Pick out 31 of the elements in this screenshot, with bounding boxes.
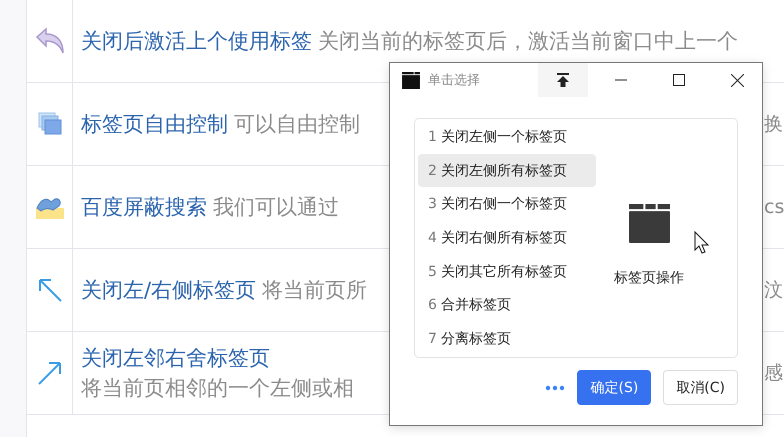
feature-title[interactable]: 关闭左/右侧标签页 (81, 275, 256, 305)
more-icon[interactable] (545, 384, 566, 390)
window-title: 单击选择 (428, 72, 481, 89)
feature-description: cs (764, 195, 784, 220)
pin-top-icon (556, 73, 570, 87)
arrow-up-right-icon (36, 360, 62, 386)
reply-arrow-icon (34, 27, 64, 55)
confirm-button[interactable]: 确定(S) (577, 370, 652, 405)
feature-title[interactable]: 关闭后激活上个使用标签 (81, 26, 312, 56)
feature-description: 将当前页相邻的一个左侧或相 (81, 375, 354, 402)
feature-title[interactable]: 标签页自由控制 (81, 109, 228, 139)
close-icon (730, 74, 744, 86)
folder-icon (628, 204, 670, 243)
pages-icon (36, 111, 62, 137)
feature-description: 汶 (764, 278, 784, 303)
cancel-button[interactable]: 取消(C) (663, 370, 738, 405)
option-item[interactable]: 2 关闭左侧所有标签页 (418, 154, 596, 188)
feature-description: 换 (764, 112, 784, 137)
feature-description: 可以自由控制 (234, 111, 360, 138)
arrow-up-left-icon (36, 277, 62, 303)
maximize-icon (673, 74, 685, 86)
feature-description: 感 (764, 361, 784, 386)
folder-icon (402, 72, 420, 88)
feature-description: 我们可以通过 (213, 194, 339, 221)
feature-description: 将当前页所 (262, 277, 368, 304)
pin-top-button[interactable] (538, 63, 588, 97)
feature-description: 关闭当前的标签页后，激活当前窗口中上一个 (318, 28, 738, 55)
cursor-icon (694, 231, 710, 255)
preview-label: 标签页操作 (614, 268, 684, 287)
feature-title[interactable]: 百度屏蔽搜索 (81, 192, 207, 222)
feature-title[interactable]: 关闭左邻右舍标签页 (81, 343, 354, 373)
